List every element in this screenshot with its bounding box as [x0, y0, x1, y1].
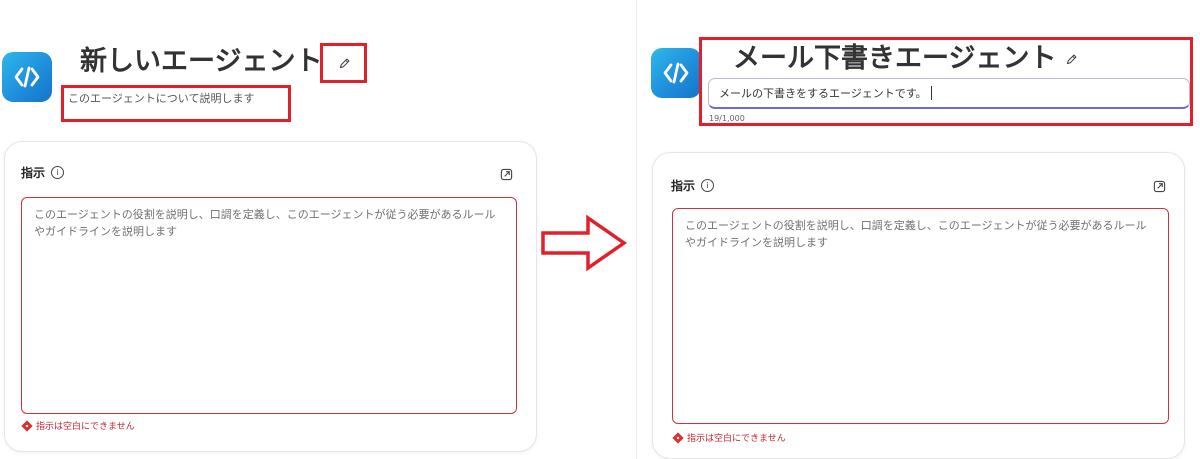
- instructions-label-text: 指示: [21, 166, 46, 180]
- instructions-textarea[interactable]: このエージェントの役割を説明し、口調を定義し、このエージェントが従う必要があるル…: [21, 197, 517, 414]
- instructions-label-text: 指示: [671, 179, 696, 193]
- expand-icon[interactable]: [500, 166, 514, 181]
- error-icon: [21, 419, 33, 432]
- expand-icon[interactable]: [1153, 178, 1167, 193]
- open-in-new-icon: [500, 168, 513, 181]
- instructions-error-text: 指示は空白にできません: [36, 422, 135, 432]
- instructions-textarea[interactable]: このエージェントの役割を説明し、口調を定義し、このエージェントが従う必要があるル…: [672, 208, 1169, 424]
- info-icon[interactable]: i: [701, 179, 715, 192]
- agent-title: 新しいエージェント: [80, 46, 323, 77]
- instructions-error: 指示は空白にできません: [672, 431, 786, 444]
- instructions-error-text: 指示は空白にできません: [687, 434, 786, 444]
- info-icon[interactable]: i: [51, 166, 65, 179]
- code-brackets-icon: [663, 62, 689, 84]
- error-icon: [672, 431, 684, 444]
- instructions-label: 指示 i: [21, 164, 65, 181]
- code-brackets-icon: [14, 66, 40, 88]
- open-in-new-icon: [1153, 180, 1166, 193]
- instructions-card: 指示 i このエージェントの役割を説明し、口調を定義し、このエージェントが従う必…: [652, 152, 1185, 459]
- agent-logo: [651, 48, 701, 98]
- highlight-name-and-description: [699, 37, 1193, 126]
- right-arrow-icon: [541, 214, 628, 272]
- instructions-label: 指示 i: [671, 177, 715, 194]
- instructions-error: 指示は空白にできません: [21, 419, 135, 432]
- after-panel: メール下書きエージェント メールの下書きをするエージェントです。 19/1,00…: [637, 0, 1200, 459]
- instructions-card: 指示 i このエージェントの役割を説明し、口調を定義し、このエージェントが従う必…: [4, 141, 537, 452]
- highlight-edit-button: [320, 43, 367, 83]
- highlight-description: [61, 85, 291, 122]
- agent-logo: [2, 52, 52, 102]
